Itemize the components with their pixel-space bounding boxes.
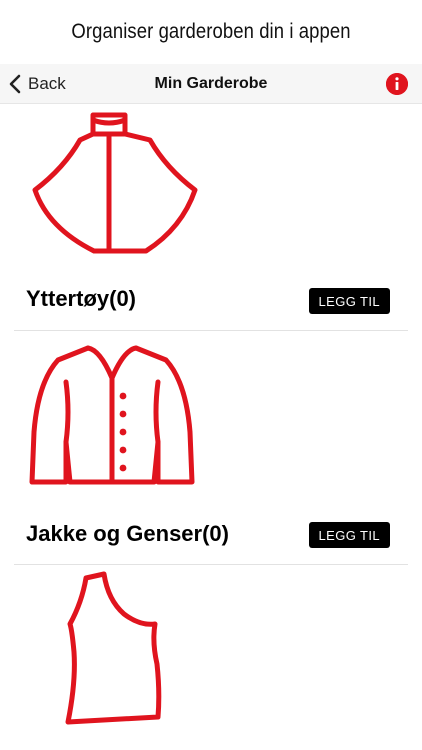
divider — [14, 564, 408, 565]
info-icon — [386, 73, 408, 95]
promo-banner: Organiser garderoben din i appen — [25, 0, 396, 64]
cardigan-icon — [29, 345, 195, 485]
chevron-left-icon — [9, 74, 21, 94]
category-title-jacket: Jakke og Genser(0) — [26, 521, 229, 546]
cape-icon — [32, 112, 198, 254]
back-button[interactable]: Back — [8, 70, 66, 98]
category-title-outerwear: Yttertøy(0) — [26, 286, 137, 311]
back-label: Back — [28, 74, 66, 93]
add-jacket-button[interactable]: LEGG TIL — [308, 522, 390, 548]
info-button[interactable] — [386, 73, 408, 95]
add-outerwear-button[interactable]: LEGG TIL — [308, 288, 390, 314]
banner-text: Organiser garderoben din i appen — [71, 20, 351, 43]
one-shoulder-top-icon — [65, 571, 162, 725]
category-image-jacket[interactable] — [26, 342, 198, 487]
category-image-top[interactable] — [60, 571, 170, 732]
divider — [14, 330, 408, 331]
category-image-outerwear[interactable] — [30, 110, 200, 260]
navigation-bar: Back Min Garderobe — [0, 64, 422, 104]
